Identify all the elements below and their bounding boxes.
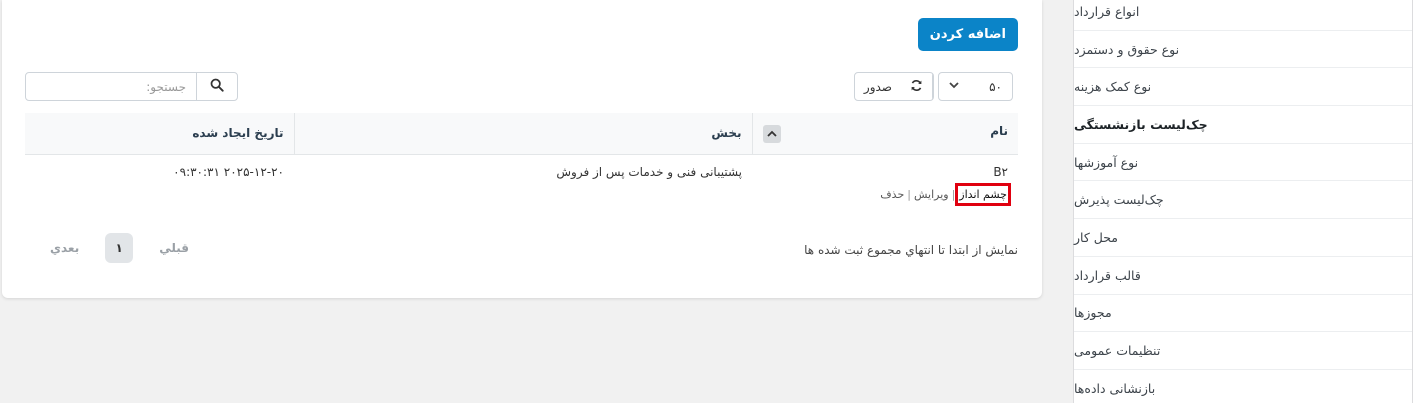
reload-button[interactable] (901, 73, 933, 100)
separator: | (907, 187, 911, 201)
separator: | (951, 187, 956, 201)
sidebar-item-reset-data[interactable]: بازنشانی داده‌ها (1074, 370, 1412, 403)
next-page-button[interactable]: بعدي (50, 241, 79, 255)
view-link[interactable]: چشم انداز (955, 182, 1011, 206)
data-table: نام بخش تاریخ ایجاد شده B۲ چشم انداز|ویر… (25, 113, 1018, 216)
settings-sidebar: انواع قرارداد نوع حقوق و دستمزد نوع کمک … (1073, 0, 1413, 403)
sidebar-item-permissions[interactable]: مجوزها (1074, 295, 1412, 333)
prev-page-button[interactable]: قبلي (159, 241, 189, 255)
column-header-section[interactable]: بخش (294, 113, 753, 155)
table-info: نمایش از ابتدا تا انتهاي مجموع ثبت شده ه… (804, 243, 1018, 257)
page-length-value: ۵۰ (989, 79, 1002, 94)
cell-date: ۲۰۲۵-۱۲-۲۰ ۰۹:۳۰:۳۱ (173, 164, 284, 179)
sidebar-item-contract-template[interactable]: قالب قرارداد (1074, 257, 1412, 295)
pagination: بعدي ۱ قبلي (50, 233, 189, 263)
table-toolbar: صدور (853, 72, 934, 101)
search-button[interactable] (196, 73, 237, 100)
sidebar-item-general-settings[interactable]: تنظیمات عمومی (1074, 332, 1412, 370)
sidebar-item-salary-types[interactable]: نوع حقوق و دستمزد (1074, 31, 1412, 69)
chevron-up-icon[interactable] (762, 124, 781, 143)
sidebar-item-workplace[interactable]: محل کار (1074, 219, 1412, 257)
cell-name: B۲ چشم انداز|ویرایش|حذف (752, 154, 1018, 216)
row-actions: چشم انداز|ویرایش|حذف (762, 182, 1011, 206)
export-button[interactable]: صدور (855, 73, 901, 100)
table-row: B۲ چشم انداز|ویرایش|حذف پشتیبانی فنی و خ… (25, 154, 1018, 216)
row-name: B۲ (993, 164, 1008, 179)
sidebar-item-contract-types[interactable]: انواع قرارداد (1074, 0, 1412, 31)
column-header-name[interactable]: نام (752, 113, 1018, 155)
page-length-select[interactable]: ۵۰ (938, 72, 1013, 101)
sidebar-item-training-types[interactable]: نوع آموزشها (1074, 144, 1412, 182)
search-icon (210, 77, 224, 96)
delete-link[interactable]: حذف (880, 188, 904, 201)
search-input[interactable] (26, 73, 196, 100)
page-1-button[interactable]: ۱ (105, 233, 134, 263)
column-header-date[interactable]: تاریخ ایجاد شده (25, 113, 295, 155)
sidebar-item-onboarding-checklist[interactable]: چک‌لیست پذیرش (1074, 181, 1412, 220)
reload-icon (910, 79, 923, 95)
chevron-down-icon (949, 80, 959, 93)
cell-section: پشتیبانی فنی و خدمات پس از فروش (556, 164, 742, 179)
search-box (25, 72, 238, 101)
edit-link[interactable]: ویرایش (914, 188, 949, 201)
add-button[interactable]: اضافه کردن (917, 18, 1018, 51)
sidebar-item-retirement-checklist[interactable]: چک‌لیست بازنشستگی (1074, 106, 1412, 144)
sidebar-item-allowance-types[interactable]: نوع کمک هزینه (1074, 68, 1412, 107)
main-panel: اضافه کردن ۵۰ صدور جستجو: نام بخش تاریخ … (2, 0, 1042, 298)
